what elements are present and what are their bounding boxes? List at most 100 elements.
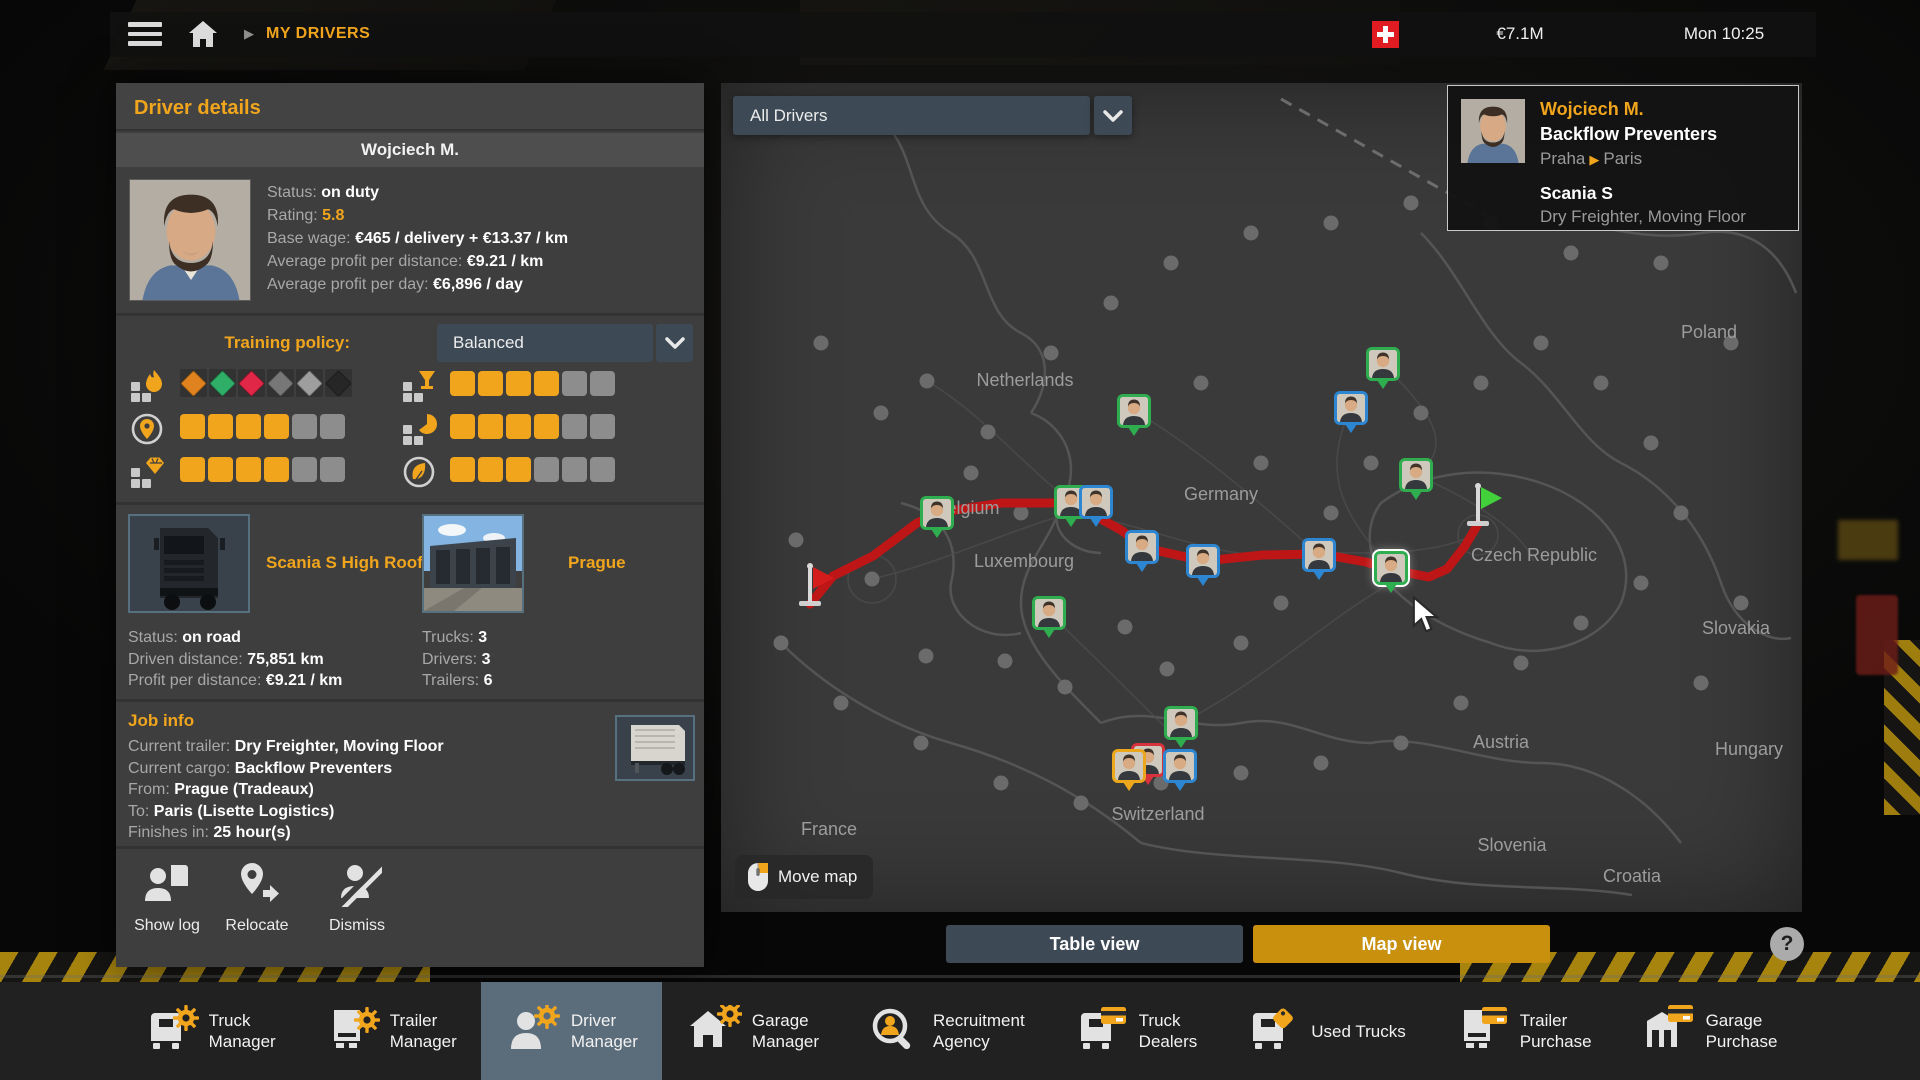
show-log-button[interactable]: Show log [122, 853, 212, 957]
nav-truck-dealers[interactable]: TruckDealers [1049, 982, 1222, 1080]
driver-details-panel: Driver details Wojciech M. Status: on du… [116, 83, 704, 967]
long-distance-icon [130, 412, 172, 446]
driver-marker-photo [1128, 533, 1156, 561]
garage-image[interactable] [422, 514, 524, 613]
dismiss-button[interactable]: Dismiss [312, 853, 402, 957]
nav-truck-manager[interactable]: TruckManager [119, 982, 300, 1080]
stat-line: Current trailer: Dry Freighter, Moving F… [128, 736, 444, 758]
driver-name-bar: Wojciech M. [116, 133, 704, 167]
training-policy-select[interactable]: Balanced [437, 324, 653, 362]
tooltip-to: Paris [1603, 149, 1642, 168]
driver-marker-photo [1115, 752, 1143, 780]
stat-line: Average profit per distance: €9.21 / km [267, 250, 568, 273]
driver-manager-icon [505, 1005, 561, 1058]
nav-recruitment-agency[interactable]: RecruitmentAgency [843, 982, 1049, 1080]
driver-marker[interactable] [1399, 458, 1433, 492]
map-panel[interactable]: NetherlandsBelgiumLuxembourgGermanyFranc… [721, 83, 1802, 912]
money-display[interactable]: €7.1M [1458, 24, 1582, 44]
driver-marker[interactable] [1079, 485, 1113, 519]
tooltip-avatar [1461, 99, 1525, 163]
truck-manager-icon [143, 1005, 199, 1058]
garage-stats: Trucks: 3Drivers: 3Trailers: 6 [422, 627, 493, 692]
skill-level-bar [450, 371, 615, 396]
stat-line: To: Paris (Lisette Logistics) [128, 801, 444, 823]
adr-badge [296, 369, 323, 397]
stat-line: Average profit per day: €6,896 / day [267, 273, 568, 296]
shelf-clutter [1856, 595, 1898, 675]
nav-used-trucks[interactable]: Used Trucks [1221, 982, 1429, 1080]
relocate-icon [231, 859, 283, 911]
adr-badge [238, 369, 265, 397]
garage-manager-icon [686, 1005, 742, 1058]
home-button[interactable] [188, 20, 218, 48]
driver-marker[interactable] [1334, 391, 1368, 425]
nav-label: Used Trucks [1311, 1021, 1405, 1042]
tooltip-cargo: Backflow Preventers [1540, 124, 1717, 145]
driver-actions: Show logRelocateDismiss [116, 851, 704, 963]
stat-line: Drivers: 3 [422, 649, 493, 671]
breadcrumb[interactable]: MY DRIVERS [266, 25, 370, 43]
nav-garage-purchase[interactable]: GaragePurchase [1616, 982, 1802, 1080]
adr-badge [209, 369, 236, 397]
nav-garage-manager[interactable]: GarageManager [662, 982, 843, 1080]
stat-line: Base wage: €465 / delivery + €13.37 / km [267, 227, 568, 250]
driver-marker[interactable] [1117, 394, 1151, 428]
tooltip-route: Praha▶Paris [1540, 149, 1642, 169]
driver-marker[interactable] [1163, 749, 1197, 783]
filter-chevron-down-icon[interactable] [1094, 96, 1132, 135]
driver-marker[interactable] [1366, 347, 1400, 381]
fragile-icon [402, 369, 444, 403]
nav-label: TrailerPurchase [1520, 1010, 1592, 1052]
driver-marker[interactable] [920, 496, 954, 530]
truck-image[interactable] [128, 514, 250, 613]
table-view-button[interactable]: Table view [946, 925, 1243, 963]
mouse-icon [747, 862, 769, 892]
nav-trailer-manager[interactable]: TrailerManager [300, 982, 481, 1080]
menu-button[interactable] [128, 22, 162, 47]
nav-label: RecruitmentAgency [933, 1010, 1025, 1052]
driver-marker[interactable] [1112, 749, 1146, 783]
move-map-button[interactable]: Move map [735, 855, 873, 899]
truck-name[interactable]: Scania S High Roof [266, 553, 436, 573]
tooltip-trailer: Dry Freighter, Moving Floor [1540, 207, 1746, 227]
trailer-manager-icon [324, 1005, 380, 1058]
trailer-image [615, 715, 695, 781]
training-policy-value: Balanced [453, 333, 524, 352]
chevron-down-icon[interactable] [656, 324, 693, 362]
skill-level-bar [180, 457, 345, 482]
driver-marker[interactable] [1125, 530, 1159, 564]
adr-badge [325, 369, 352, 397]
driver-marker[interactable] [1186, 544, 1220, 578]
stat-line: Current cargo: Backflow Preventers [128, 758, 444, 780]
nav-label: GaragePurchase [1706, 1010, 1778, 1052]
nav-trailer-purchase[interactable]: TrailerPurchase [1430, 982, 1616, 1080]
stat-line: Driven distance: 75,851 km [128, 649, 342, 671]
stat-line: Finishes in: 25 hour(s) [128, 822, 444, 844]
job-info-title: Job info [128, 711, 194, 731]
driver-marker-photo [1369, 350, 1397, 378]
skills-grid [128, 367, 692, 499]
help-button[interactable]: ? [1770, 927, 1804, 961]
driver-marker-selected[interactable] [1374, 551, 1408, 585]
breadcrumb-arrow-icon: ▶ [244, 26, 254, 42]
stat-line: Trucks: 3 [422, 627, 493, 649]
nav-driver-manager[interactable]: DriverManager [481, 982, 662, 1080]
dismiss-icon [331, 859, 383, 911]
stat-line: Profit per distance: €9.21 / km [128, 670, 342, 692]
driver-marker[interactable] [1032, 596, 1066, 630]
driver-marker-photo [1120, 397, 1148, 425]
top-bar: ▶ MY DRIVERS €7.1M Mon 10:25 [110, 12, 1816, 57]
route-arrow-icon: ▶ [1585, 152, 1603, 167]
training-policy-label: Training policy: [130, 333, 350, 353]
adr-badge [267, 369, 294, 397]
driver-filter-select[interactable]: All Drivers [733, 96, 1090, 135]
relocate-button[interactable]: Relocate [212, 853, 302, 957]
map-view-button[interactable]: Map view [1253, 925, 1550, 963]
stat-line: From: Prague (Tradeaux) [128, 779, 444, 801]
driver-marker[interactable] [1164, 706, 1198, 740]
garage-name[interactable]: Prague [568, 553, 688, 573]
driver-marker[interactable] [1302, 538, 1336, 572]
garage-purchase-icon [1640, 1005, 1696, 1058]
driver-photo [129, 179, 251, 301]
driver-tooltip-card: Wojciech M. Backflow Preventers Praha▶Pa… [1447, 85, 1799, 231]
